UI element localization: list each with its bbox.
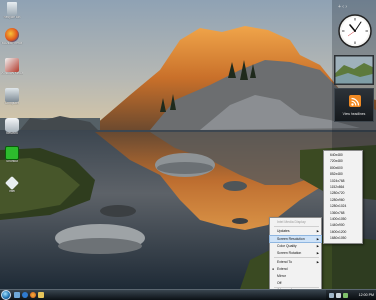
desktop-icon-label: Mozilla Firefox: [1, 42, 23, 45]
chevron-right-icon: ▶: [316, 251, 319, 255]
intel-graphics-context-menu: Intel Media Display Updates ▶ Screen Reso…: [269, 217, 322, 293]
menu-item-label: Extend: [277, 267, 288, 271]
sidebar-controls[interactable]: + ‹ ›: [338, 4, 347, 10]
menu-separator: [274, 257, 319, 258]
menu-item-label: Extend To: [277, 260, 293, 264]
chevron-right-icon: ▶: [316, 229, 319, 233]
system-tray: 12:00 PM: [326, 290, 376, 300]
computer-icon: [5, 88, 19, 102]
desktop-icon-label: Windows Media Player: [1, 72, 23, 75]
menu-item-label: Mirror: [277, 274, 286, 278]
ie-icon[interactable]: [22, 292, 28, 298]
taskbar: 12:00 PM: [0, 289, 376, 300]
menu-item-label: Screen Resolution: [277, 237, 305, 241]
menu-item-intel-media-display: Intel Media Display: [270, 219, 321, 225]
menu-item-label: Intel Media Display: [277, 220, 306, 224]
slideshow-gadget[interactable]: [334, 55, 374, 85]
desktop-icon[interactable]: [14, 292, 20, 298]
volume-icon[interactable]: [336, 292, 341, 298]
menu-item-screen-rotation[interactable]: Screen Rotation ▶: [270, 250, 321, 256]
desktop-icon-label: Computer: [5, 102, 19, 105]
firefox-icon[interactable]: [30, 292, 36, 298]
desktop-icon-intel[interactable]: Intel: [1, 176, 23, 194]
menu-item-screen-resolution[interactable]: Screen Resolution ▶: [269, 235, 322, 243]
view-headlines-link[interactable]: View headlines: [335, 112, 373, 116]
media-player-icon: [5, 58, 19, 72]
desktop-icon-network[interactable]: Network: [1, 118, 23, 136]
menu-item-mirror[interactable]: Mirror: [270, 273, 321, 279]
desktop-icon-media-player[interactable]: Windows Media Player: [1, 58, 23, 76]
menu-item-updates[interactable]: Updates ▶: [270, 228, 321, 234]
chevron-right-icon: ▶: [316, 244, 319, 248]
bullet-check-icon: ●: [272, 267, 275, 271]
resolution-option[interactable]: 1680x1050: [324, 235, 362, 241]
menu-item-label: Color Quality: [277, 244, 297, 248]
desktop-icon-label: Shortcut: [6, 160, 18, 163]
feed-headlines-gadget[interactable]: View headlines: [334, 88, 374, 122]
desktop-icon-recycle-bin[interactable]: Recycle Bin: [1, 2, 23, 20]
recycle-bin-icon: [7, 2, 17, 16]
battery-icon[interactable]: [343, 292, 348, 298]
menu-item-label: Screen Rotation: [277, 251, 302, 255]
menu-item-label: Off: [277, 281, 282, 285]
desktop-icon-label: Recycle Bin: [3, 16, 21, 19]
network-tray-icon[interactable]: [329, 292, 334, 298]
windows-start-icon[interactable]: [1, 290, 11, 300]
menu-item-label: Updates: [277, 229, 290, 233]
desktop-icon-shortcut[interactable]: Shortcut: [1, 146, 23, 164]
folder-icon[interactable]: [38, 292, 44, 298]
clock-gadget[interactable]: [338, 14, 372, 48]
desktop-icon-firefox[interactable]: Mozilla Firefox: [1, 28, 23, 46]
chevron-right-icon: ▶: [316, 260, 319, 264]
menu-separator: [274, 226, 319, 227]
menu-item-off[interactable]: Off: [270, 280, 321, 286]
screen-resolution-submenu: 640x480 720x480 800x600 852x480 1024x768…: [323, 150, 363, 244]
desktop-icon-label: Network: [6, 132, 18, 135]
taskbar-clock[interactable]: 12:00 PM: [359, 291, 374, 299]
menu-item-extend[interactable]: ● Extend: [270, 266, 321, 272]
menu-item-color-quality[interactable]: Color Quality ▶: [270, 243, 321, 249]
firefox-icon: [5, 28, 19, 42]
shortcut-icon: [5, 146, 19, 160]
network-icon: [5, 118, 19, 132]
desktop-icon-label: Intel: [8, 190, 16, 193]
chevron-right-icon: ▶: [316, 237, 319, 241]
desktop-icon-computer[interactable]: Computer: [1, 88, 23, 106]
rss-icon: [349, 95, 361, 107]
intel-icon: [5, 176, 19, 190]
menu-item-extend-to[interactable]: Extend To ▶: [270, 259, 321, 265]
